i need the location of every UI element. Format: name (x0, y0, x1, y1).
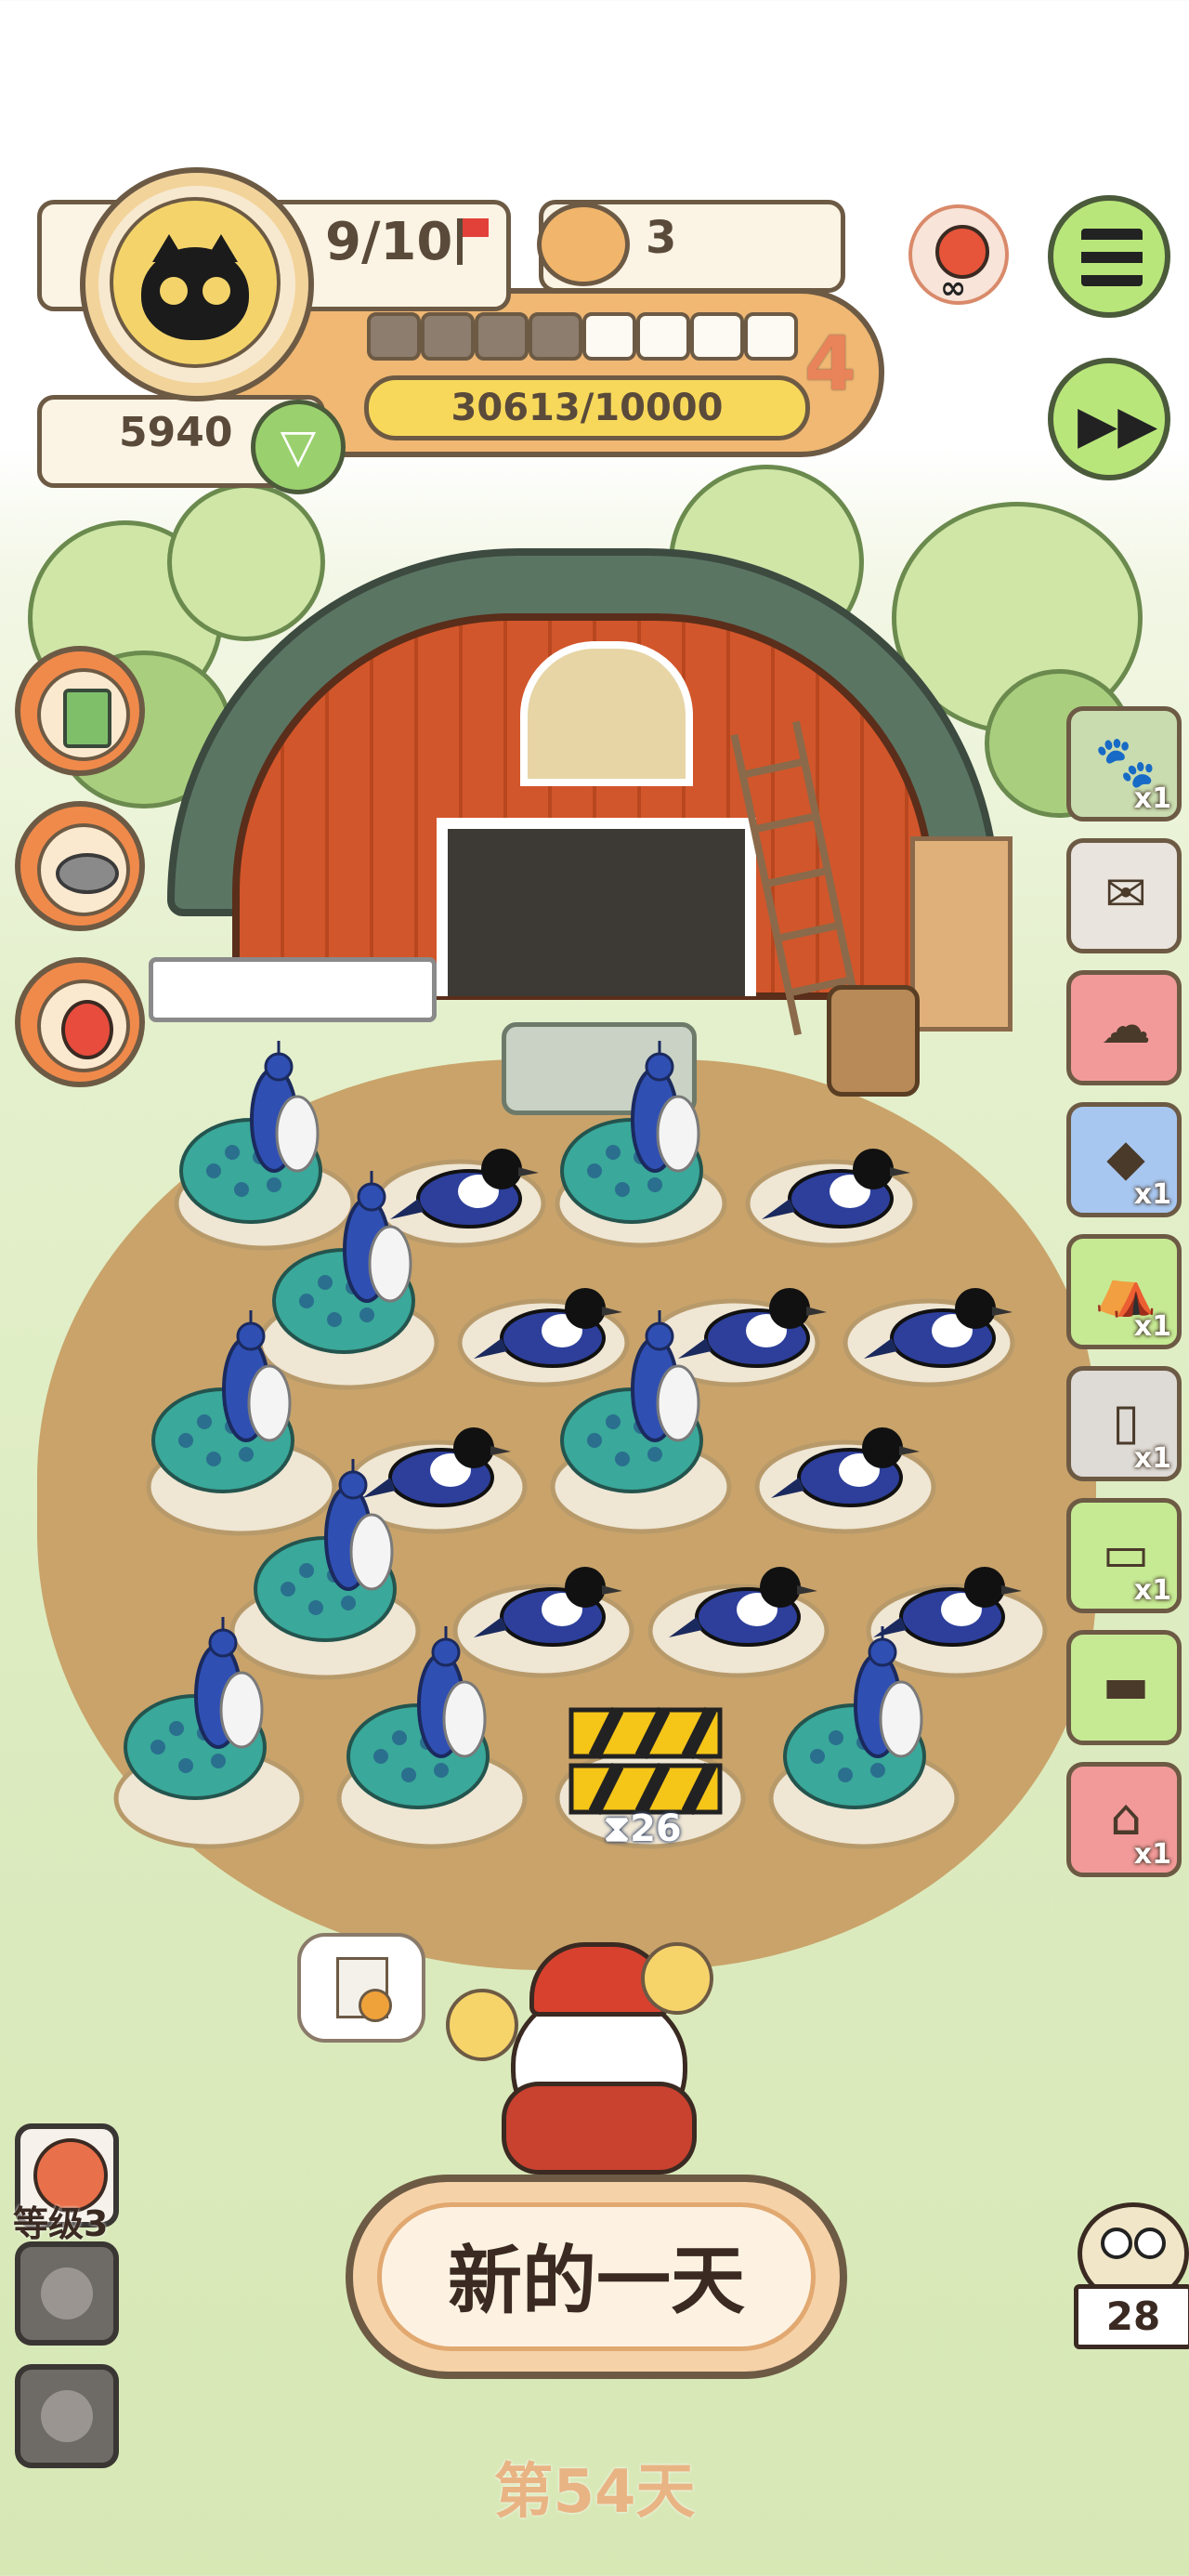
food-count: 3 (646, 212, 677, 264)
item-card-mail[interactable]: ✉ (1066, 838, 1182, 953)
creature-silhouette-icon (41, 2390, 93, 2442)
item-card-paw-card[interactable]: 🐾 x1 (1066, 706, 1182, 821)
item-card-count: x1 (1133, 1574, 1171, 1607)
progress-segment-empty (744, 312, 798, 361)
level-label: 等级3 (13, 2203, 109, 2244)
progress-segment-filled (421, 312, 475, 361)
item-card-birdcage[interactable]: ⌂ x1 (1066, 1762, 1182, 1877)
flag-icon (457, 218, 489, 265)
list-icon (1081, 229, 1143, 286)
progress-segment-filled (367, 312, 421, 361)
item-card-card[interactable]: ▬ (1066, 1630, 1182, 1745)
locked-slot-2[interactable] (15, 2364, 119, 2468)
new-day-button[interactable]: 新的一天 (346, 2175, 847, 2379)
progress-segment-filled (475, 312, 529, 361)
progress-segment-empty (636, 312, 690, 361)
flower-infinity-icon[interactable]: ∞ (908, 204, 1009, 307)
item-card-count: x1 (1133, 782, 1171, 815)
lucky-cat-button[interactable] (15, 957, 145, 1087)
item-card-seed-bag[interactable]: ◆ x1 (1066, 1102, 1182, 1217)
item-card-count: x1 (1133, 1838, 1171, 1871)
construction-timer: ⧗26 (604, 1807, 682, 1850)
food-bowl-icon (537, 203, 630, 286)
lucky-cat-merchant[interactable] (446, 1924, 743, 2175)
item-card-count: x1 (1133, 1310, 1171, 1343)
experience-bar: 30613/10000 (364, 375, 810, 440)
construction-timer-value: 26 (630, 1807, 682, 1850)
certificate-bubble[interactable] (297, 1933, 425, 2043)
energy-value: 9/10 (325, 212, 453, 272)
progress-segment-empty (690, 312, 744, 361)
food-bowl-button[interactable] (15, 801, 145, 931)
item-card-tent[interactable]: ⛺ x1 (1066, 1234, 1182, 1349)
avatar-black-cat[interactable] (110, 197, 281, 368)
progress-segment-filled (529, 312, 582, 361)
day-counter: 第54天 (493, 2458, 696, 2527)
card-icon: ▬ (1102, 1656, 1150, 1715)
new-day-label: 新的一天 (377, 2202, 816, 2351)
item-card-jar[interactable]: ▯ x1 (1066, 1366, 1182, 1481)
item-card-count: x1 (1133, 1178, 1171, 1211)
pig-silhouette-icon (41, 2267, 93, 2320)
item-card-ticket[interactable]: ▭ x1 (1066, 1498, 1182, 1613)
item-card-count: x1 (1133, 1442, 1171, 1475)
item-card-cloud[interactable]: ☁ (1066, 970, 1182, 1085)
owl-counter[interactable]: 28 (1068, 2202, 1189, 2349)
progress-segment-empty (582, 312, 636, 361)
owl-count: 28 (1074, 2284, 1189, 2349)
cloud-icon: ☁ (1101, 996, 1151, 1055)
handheld-game-button[interactable] (15, 646, 145, 776)
menu-button[interactable] (1048, 195, 1170, 318)
fast-forward-icon: ▶▶ (1078, 395, 1158, 455)
currency-value: 5940 (119, 409, 233, 456)
fast-forward-button[interactable]: ▶▶ (1048, 358, 1170, 480)
mail-icon: ✉ (1104, 864, 1147, 923)
heart-gem-icon[interactable]: ▽ (251, 400, 346, 494)
locked-slot-1[interactable] (15, 2241, 119, 2346)
level-number: 4 (804, 321, 856, 407)
